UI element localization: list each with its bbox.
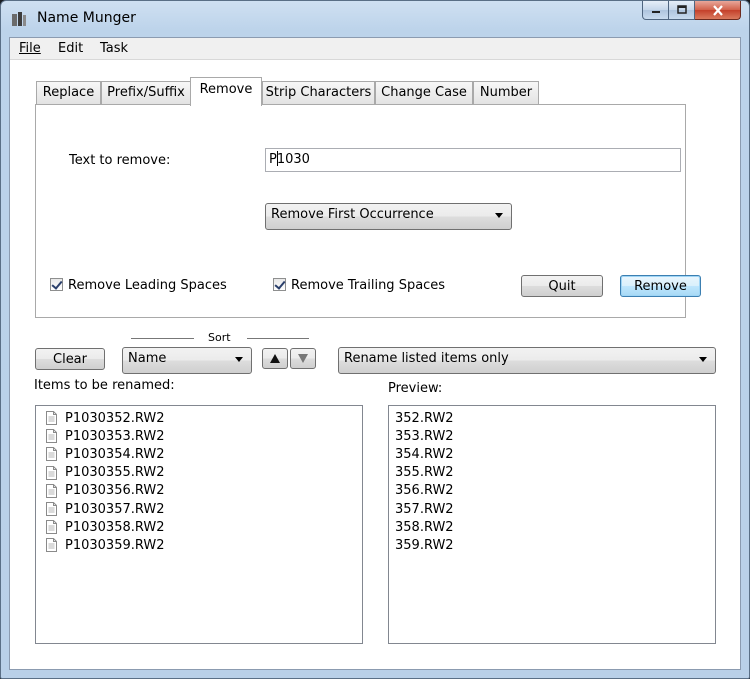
remove-mode-value: Remove First Occurrence: [271, 207, 434, 222]
tab-replace[interactable]: Replace: [36, 81, 101, 104]
list-item-label: P1030352.RW2: [65, 410, 165, 426]
remove-trailing-spaces-label[interactable]: Remove Trailing Spaces: [291, 278, 445, 293]
remove-mode-select[interactable]: Remove First Occurrence: [265, 203, 512, 230]
preview-item[interactable]: 353.RW2: [389, 427, 715, 445]
remove-button[interactable]: Remove: [620, 275, 701, 297]
sort-field-select[interactable]: Name: [122, 347, 252, 374]
list-item[interactable]: P1030352.RW2: [36, 409, 362, 427]
tab-number[interactable]: Number: [473, 81, 539, 104]
preview-item[interactable]: 356.RW2: [389, 482, 715, 500]
list-item-label: P1030359.RW2: [65, 537, 165, 553]
list-item[interactable]: P1030359.RW2: [36, 536, 362, 554]
preview-item-label: 357.RW2: [395, 501, 454, 517]
triangle-down-icon: [298, 354, 308, 363]
text-value-prefix: P: [269, 152, 277, 167]
preview-item-label: 358.RW2: [395, 519, 454, 535]
preview-item[interactable]: 358.RW2: [389, 518, 715, 536]
list-item[interactable]: P1030353.RW2: [36, 427, 362, 445]
preview-item-label: 353.RW2: [395, 428, 454, 444]
close-button[interactable]: [695, 1, 741, 20]
list-item-label: P1030355.RW2: [65, 465, 165, 481]
menu-edit[interactable]: Edit: [58, 41, 83, 56]
tab-change-case[interactable]: Change Case: [375, 81, 473, 104]
maximize-button[interactable]: [669, 1, 695, 20]
file-icon: [46, 465, 57, 480]
list-item[interactable]: P1030356.RW2: [36, 482, 362, 500]
text-to-remove-label: Text to remove:: [69, 153, 171, 168]
list-item-label: P1030356.RW2: [65, 483, 165, 499]
menu-bar: File Edit Task: [10, 38, 740, 60]
preview-item[interactable]: 357.RW2: [389, 500, 715, 518]
file-icon: [46, 411, 57, 426]
rename-scope-value: Rename listed items only: [344, 351, 509, 366]
minimize-button[interactable]: [642, 1, 669, 20]
remove-leading-spaces-checkbox[interactable]: [50, 278, 63, 291]
tab-remove[interactable]: Remove: [190, 77, 262, 106]
sort-label: Sort: [208, 331, 231, 344]
clear-button[interactable]: Clear: [35, 348, 105, 370]
sort-descending-button[interactable]: [290, 348, 316, 369]
file-icon: [46, 483, 57, 498]
title-bar[interactable]: Name Munger: [1, 1, 749, 37]
list-item[interactable]: P1030355.RW2: [36, 464, 362, 482]
preview-item-label: 354.RW2: [395, 446, 454, 462]
minimize-icon: [651, 11, 660, 13]
menu-task[interactable]: Task: [100, 41, 128, 56]
preview-header: Preview:: [388, 381, 443, 396]
text-value-suffix: 1030: [276, 152, 310, 167]
file-icon: [46, 502, 57, 517]
tab-strip-characters[interactable]: Strip Characters: [262, 81, 375, 104]
tab-prefix-suffix[interactable]: Prefix/Suffix: [101, 81, 191, 104]
list-item[interactable]: P1030358.RW2: [36, 518, 362, 536]
preview-item-label: 352.RW2: [395, 410, 454, 426]
menu-file[interactable]: File: [19, 41, 41, 56]
file-icon: [46, 520, 57, 535]
list-item-label: P1030354.RW2: [65, 446, 165, 462]
text-to-remove-input[interactable]: P1030: [265, 148, 681, 172]
preview-item[interactable]: 355.RW2: [389, 464, 715, 482]
chevron-down-icon: [699, 357, 707, 362]
list-item-label: P1030353.RW2: [65, 428, 165, 444]
items-listbox[interactable]: P1030352.RW2 P1030353.RW2 P1030354.RW2 P103…: [35, 405, 363, 644]
preview-item[interactable]: 352.RW2: [389, 409, 715, 427]
list-item[interactable]: P1030357.RW2: [36, 500, 362, 518]
sort-divider-right: [247, 338, 309, 339]
list-item-label: P1030357.RW2: [65, 501, 165, 517]
maximize-icon: [676, 5, 687, 14]
menu-file-label: File: [19, 41, 41, 56]
preview-item[interactable]: 354.RW2: [389, 445, 715, 463]
list-item-label: P1030358.RW2: [65, 519, 165, 535]
items-header: Items to be renamed:: [34, 378, 175, 393]
list-item[interactable]: P1030354.RW2: [36, 445, 362, 463]
file-icon: [46, 447, 57, 462]
sort-field-value: Name: [128, 351, 167, 366]
preview-item-label: 355.RW2: [395, 465, 454, 481]
caption-buttons: [642, 1, 741, 21]
chevron-down-icon: [235, 357, 243, 362]
preview-item-label: 359.RW2: [395, 537, 454, 553]
remove-trailing-spaces-checkbox[interactable]: [273, 278, 286, 291]
rename-scope-select[interactable]: Rename listed items only: [338, 347, 716, 374]
app-icon: [12, 12, 26, 26]
file-icon: [46, 429, 57, 444]
preview-item-label: 356.RW2: [395, 483, 454, 499]
preview-item[interactable]: 359.RW2: [389, 536, 715, 554]
file-icon: [46, 538, 57, 553]
preview-listbox[interactable]: 352.RW2 353.RW2 354.RW2 355.RW2 356.RW2 357.R…: [388, 405, 716, 644]
sort-divider-left: [131, 338, 194, 339]
window-title: Name Munger: [37, 10, 136, 26]
triangle-up-icon: [270, 354, 280, 363]
sort-ascending-button[interactable]: [262, 348, 288, 369]
quit-button[interactable]: Quit: [521, 275, 603, 297]
remove-leading-spaces-label[interactable]: Remove Leading Spaces: [68, 278, 227, 293]
close-icon: [712, 4, 723, 16]
chevron-down-icon: [495, 213, 503, 218]
